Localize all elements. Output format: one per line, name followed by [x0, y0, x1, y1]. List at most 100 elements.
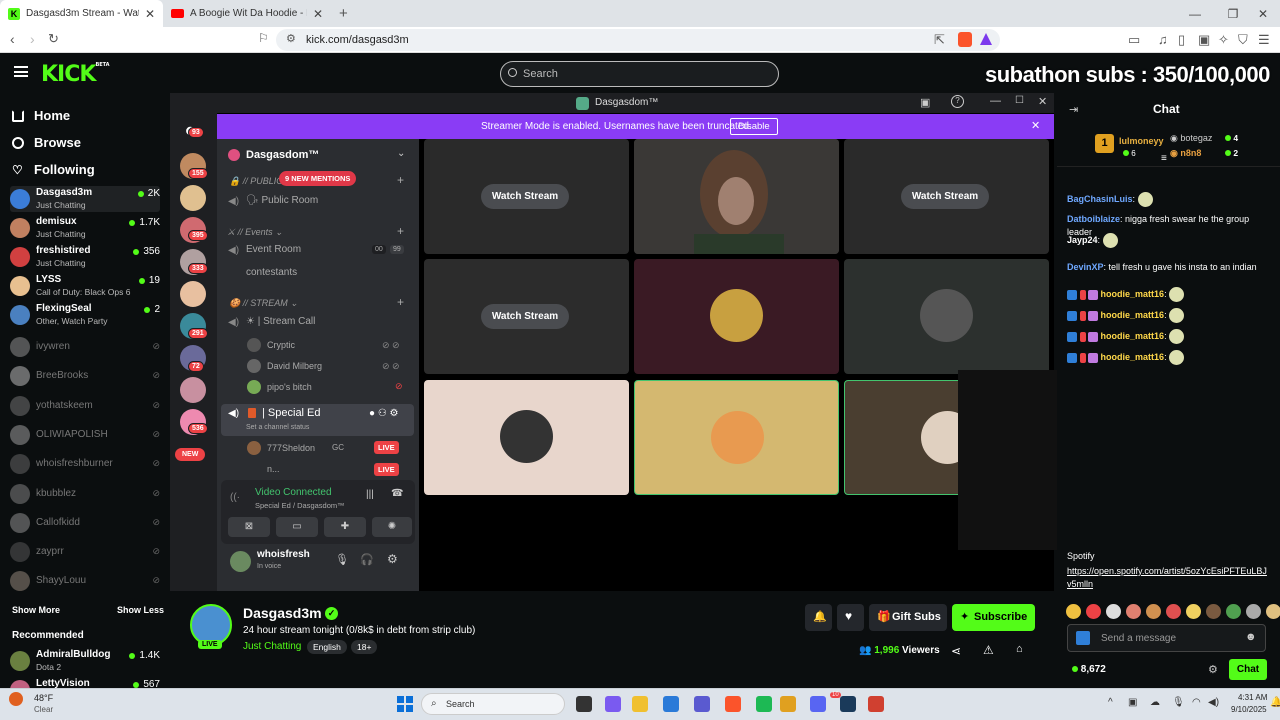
voice-user[interactable]: 777Sheldon — [267, 443, 315, 453]
quick-emote[interactable] — [1126, 604, 1141, 619]
bookmark-icon[interactable]: ⚐ — [258, 31, 269, 45]
server-icon[interactable] — [180, 185, 206, 211]
chrome-alt-icon[interactable] — [868, 696, 884, 712]
quick-emote[interactable] — [1066, 604, 1081, 619]
chat-username[interactable]: DevinXP — [1067, 262, 1104, 272]
quick-emote[interactable] — [1266, 604, 1280, 619]
category-public[interactable]: 🔒 // PUBLIC — [229, 176, 283, 187]
sidebar-channel-offline[interactable]: BreeBrooks ⊘ — [10, 363, 160, 389]
headphones-icon[interactable]: 🎧 — [360, 553, 374, 566]
signal-icon[interactable]: ((· — [230, 492, 240, 503]
chrome-icon[interactable] — [780, 696, 796, 712]
discord-minimize-icon[interactable]: — — [990, 95, 1001, 107]
url-field[interactable]: kick.com/dasgasd3m — [276, 29, 1000, 51]
sidebar-channel[interactable]: freshistired Just Chatting 356 — [10, 244, 160, 270]
chat-username[interactable]: hoodie_matt16 — [1101, 331, 1165, 341]
disconnect-icon[interactable]: ☎ — [391, 488, 403, 499]
channel-points[interactable]: 8,672 — [1072, 664, 1106, 675]
forward-icon[interactable]: › — [30, 31, 35, 47]
back-icon[interactable]: ‹ — [10, 31, 15, 47]
file-explorer-icon[interactable] — [632, 696, 648, 712]
sidebar-channel-offline[interactable]: zayprr ⊘ — [10, 539, 160, 565]
minimize-window-icon[interactable]: — — [1178, 0, 1212, 27]
site-info-icon[interactable]: ⚙ — [286, 32, 296, 45]
send-chat-button[interactable]: Chat — [1229, 659, 1267, 680]
chat-username[interactable]: hoodie_matt16 — [1101, 289, 1165, 299]
voice-user[interactable]: pipo's bitch — [267, 382, 312, 392]
microphone-icon[interactable]: 🎙 — [335, 553, 349, 566]
teams-icon[interactable] — [694, 696, 710, 712]
nav-browse[interactable]: Browse — [12, 135, 81, 150]
notifications-button[interactable]: 🔔 — [805, 604, 832, 631]
menu-icon[interactable]: ☰ — [1258, 32, 1270, 48]
channel-status-hint[interactable]: Set a channel status — [246, 424, 309, 431]
sidebar-channel-offline[interactable]: Callofkidd ⊘ — [10, 510, 160, 536]
browser-tab-kick[interactable]: K Dasgasd3m Stream - Watch Live ✕ — [0, 0, 163, 27]
server-icon[interactable] — [180, 377, 206, 403]
voice-user[interactable]: David Milberg — [267, 361, 322, 371]
sidebar-toggle-icon[interactable]: ▭ — [1128, 32, 1140, 48]
chat-username[interactable]: Datboiblaize — [1067, 214, 1120, 224]
top-gifter-name[interactable]: lulmoneyy — [1119, 136, 1164, 146]
nav-home[interactable]: Home — [12, 108, 70, 123]
current-username[interactable]: whoisfresh — [257, 549, 310, 560]
restore-window-icon[interactable]: ❐ — [1216, 0, 1250, 27]
close-tab-icon[interactable]: ✕ — [313, 7, 323, 21]
sidebar-channel[interactable]: Dasgasd3m Just Chatting 2K — [10, 186, 160, 212]
browser-tab-youtube[interactable]: A Boogie Wit Da Hoodie - D.T.B/Inte ✕ — [163, 0, 331, 27]
noise-suppression-icon[interactable]: ||| — [366, 489, 374, 500]
tag-18plus[interactable]: 18+ — [351, 640, 378, 654]
vpn-icon[interactable]: ⛉ — [1238, 32, 1248, 48]
tray-overflow-icon[interactable]: ^ — [1108, 697, 1113, 708]
video-tile[interactable]: Watch Stream — [424, 139, 629, 254]
new-servers-badge[interactable]: NEW — [175, 448, 206, 461]
sidebar-channel-offline[interactable]: kbubblez ⊘ — [10, 481, 160, 507]
quick-emote[interactable] — [1106, 604, 1121, 619]
category-events[interactable]: ⚔ // Events ⌄ — [227, 227, 283, 238]
voice-user[interactable]: n... — [267, 464, 280, 474]
sidebar-channel[interactable]: demisux Just Chatting 1.7K — [10, 215, 160, 241]
brave-rewards-icon[interactable] — [980, 33, 992, 45]
hamburger-menu-icon[interactable] — [14, 66, 28, 77]
copilot-icon[interactable] — [605, 696, 621, 712]
gift-subs-button[interactable]: 🎁 Gift Subs — [869, 604, 947, 631]
close-banner-icon[interactable]: ✕ — [1031, 119, 1040, 132]
collapse-chat-icon[interactable]: ⇥ — [1069, 103, 1078, 116]
emoji-picker-icon[interactable]: ☻ — [1245, 631, 1257, 643]
channel-special-ed[interactable]: ◀) | Special Ed Set a channel status ● ⚇… — [221, 404, 414, 436]
windows-start-icon[interactable] — [397, 696, 413, 712]
quick-emote[interactable] — [1206, 604, 1221, 619]
channel-public-room[interactable]: 🗣 Public Room — [246, 195, 318, 206]
spotify-icon[interactable] — [756, 696, 772, 712]
server-icon[interactable] — [180, 281, 206, 307]
disable-streamer-mode-button[interactable]: Disable — [730, 118, 778, 135]
new-tab-icon[interactable]: + — [331, 0, 356, 27]
video-tile[interactable]: Watch Stream — [424, 259, 629, 374]
spotify-link[interactable]: https://open.spotify.com/artist/5ozYcEsi… — [1067, 565, 1267, 591]
voice-connected-status[interactable]: Video Connected — [255, 487, 332, 498]
reading-icon[interactable]: ▯ — [1178, 32, 1185, 48]
task-view-icon[interactable] — [576, 696, 592, 712]
sidebar-channel-offline[interactable]: ShayyLouu ⊘ — [10, 568, 160, 594]
help-icon[interactable]: ? — [951, 95, 964, 108]
close-tab-icon[interactable]: ✕ — [145, 7, 155, 21]
weather-desc[interactable]: Clear — [34, 705, 53, 714]
quick-emote[interactable] — [1226, 604, 1241, 619]
sidebar-channel-offline[interactable]: ivywren ⊘ — [10, 334, 160, 360]
kick-logo[interactable]: KICKBETA — [41, 62, 110, 87]
discord-icon[interactable] — [810, 696, 826, 712]
gifter-2[interactable]: ◉ botegaz — [1170, 133, 1212, 144]
music-icon[interactable]: ♫ — [1158, 32, 1168, 47]
brave-shields-icon[interactable] — [958, 32, 972, 47]
taskbar-search[interactable]: ⌕ Search — [421, 693, 565, 715]
leo-ai-icon[interactable]: ✧ — [1218, 32, 1229, 48]
new-mentions-pill[interactable]: 9 NEW MENTIONS — [279, 171, 357, 186]
brave-icon[interactable] — [725, 696, 741, 712]
share-icon[interactable]: ⇱ — [934, 32, 945, 48]
streamer-name[interactable]: Dasgasd3m — [243, 605, 322, 621]
chat-settings-icon[interactable]: ⚙ — [1208, 663, 1218, 676]
user-settings-icon[interactable]: ⚙ — [387, 552, 398, 566]
sidebar-channel-offline[interactable]: OLIWIAPOLISH ⊘ — [10, 422, 160, 448]
add-channel-icon[interactable]: + — [397, 295, 404, 309]
quick-emote[interactable] — [1166, 604, 1181, 619]
